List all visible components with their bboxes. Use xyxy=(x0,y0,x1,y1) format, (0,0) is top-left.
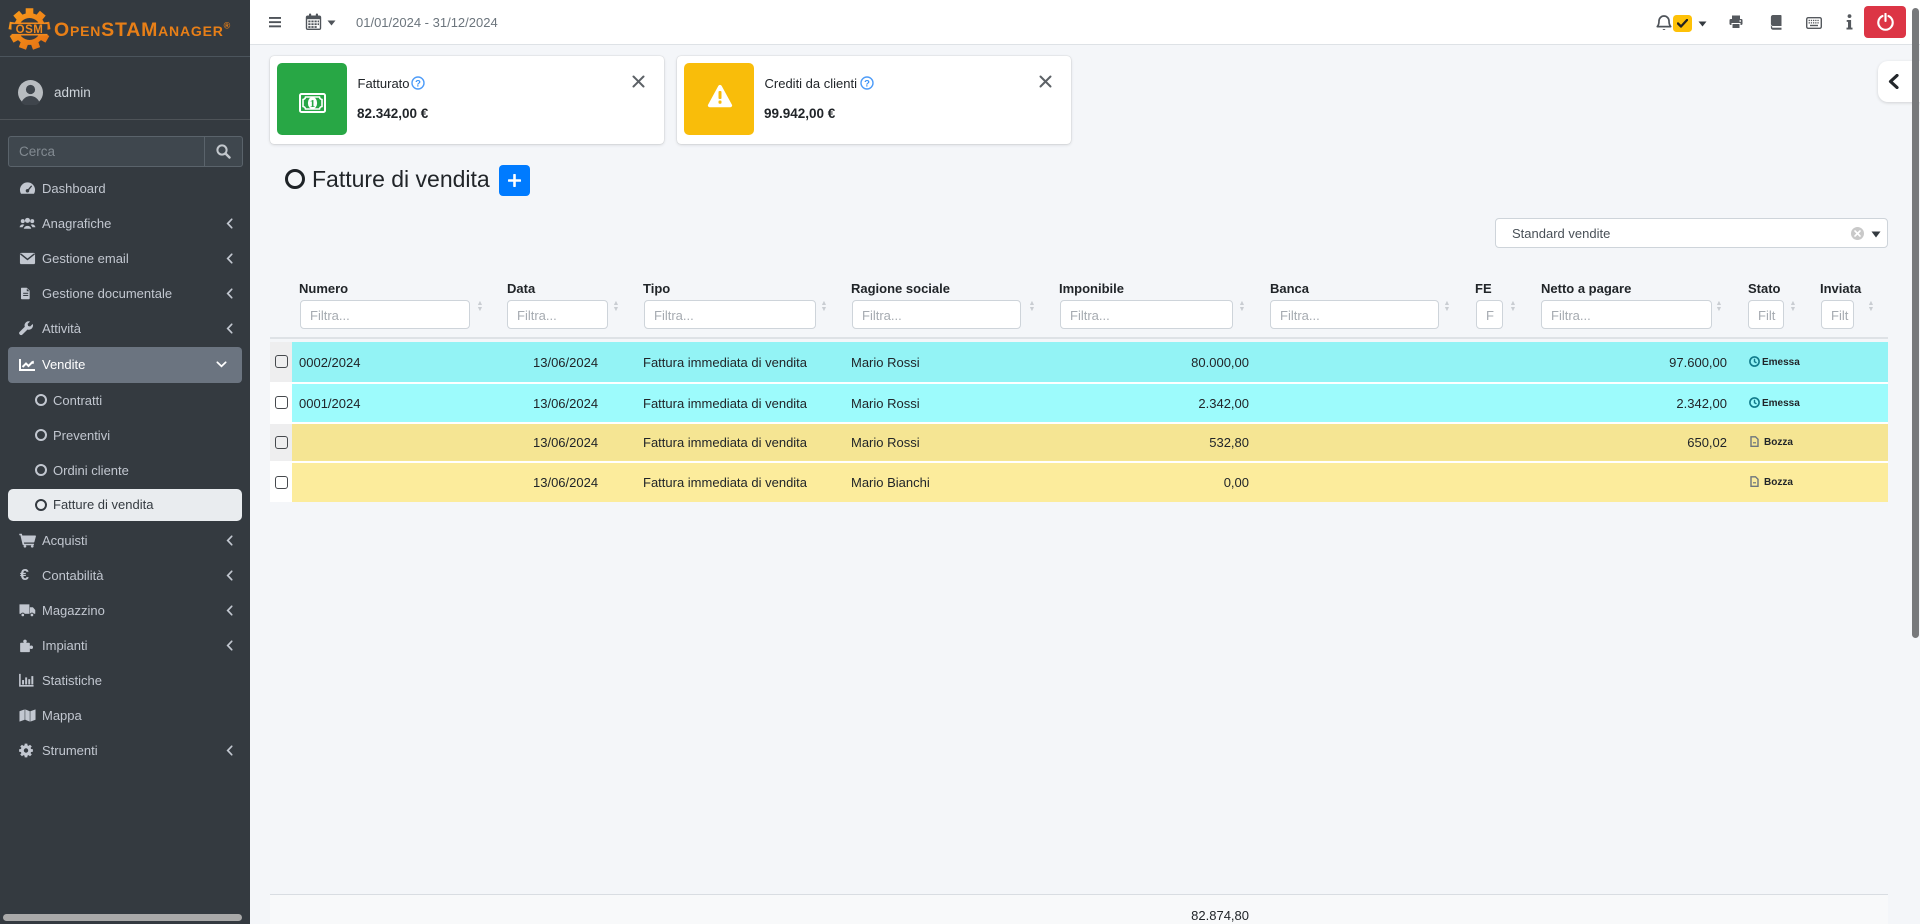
svg-text:?: ? xyxy=(415,79,421,90)
svg-text:?: ? xyxy=(864,79,870,90)
svg-text:1: 1 xyxy=(310,98,316,110)
svg-text:OSM: OSM xyxy=(16,24,44,36)
